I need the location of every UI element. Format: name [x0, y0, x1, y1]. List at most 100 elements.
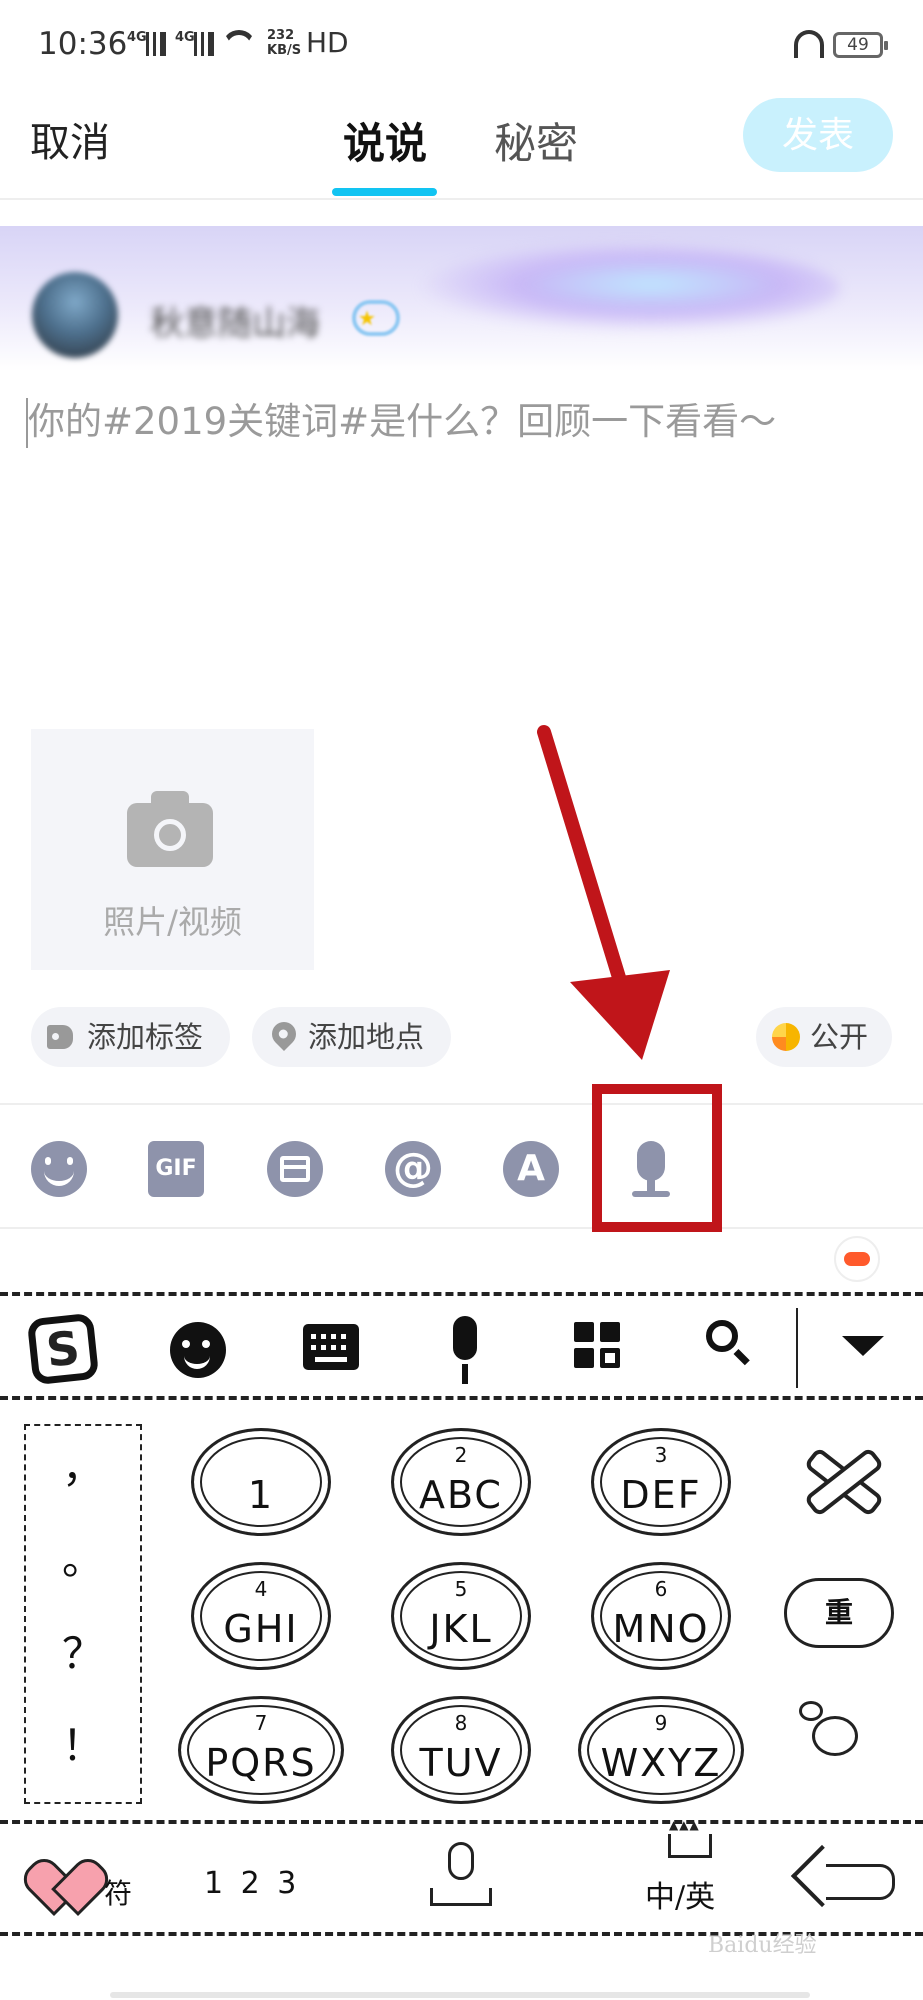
language-switch-key[interactable]: 中/英 [645, 1872, 715, 1916]
separator-key-icon[interactable] [799, 1701, 858, 1756]
key-mno[interactable]: 6 MNO [591, 1562, 731, 1670]
key-wxyz[interactable]: 9 WXYZ [578, 1696, 744, 1804]
signal-bars-icon [194, 32, 214, 56]
sim2-signal-label: 4G [175, 30, 195, 45]
emoji-icon[interactable] [31, 1141, 87, 1197]
heart-icon[interactable] [40, 1864, 98, 1912]
user-name: 秋意随山海 [150, 304, 320, 344]
key-def[interactable]: 3 DEF [591, 1428, 731, 1536]
key-letters: ABC [419, 1473, 503, 1517]
key-letters: MNO [612, 1607, 710, 1651]
key-letters: GHI [223, 1607, 299, 1651]
add-location-button[interactable]: 添加地点 [252, 1007, 451, 1067]
punct-comma[interactable]: ， [26, 1434, 140, 1495]
symbols-key[interactable]: 符 [104, 1872, 132, 1912]
add-location-label: 添加地点 [308, 1020, 425, 1054]
key-letters: 1 [247, 1473, 275, 1517]
camera-icon [127, 791, 213, 867]
hd-indicator: HD [306, 26, 349, 59]
public-globe-icon [772, 1023, 800, 1051]
key-1[interactable]: 1 [191, 1428, 331, 1536]
signal-bars-icon [146, 32, 166, 56]
frame-icon[interactable] [267, 1141, 323, 1197]
key-number: 8 [454, 1711, 468, 1735]
battery-indicator: 49 [833, 32, 888, 58]
key-number: 6 [654, 1577, 668, 1601]
apps-grid-icon[interactable] [574, 1322, 620, 1368]
key-jkl[interactable]: 5 JKL [391, 1562, 531, 1670]
tab-shuoshuo[interactable]: 说说 [343, 110, 427, 171]
crown-icon [668, 1818, 712, 1858]
reenter-button[interactable]: 重 [784, 1578, 894, 1648]
avatar[interactable] [32, 272, 118, 358]
status-bar: 10:36 4G 4G 232 KB/S HD 49 [0, 0, 923, 92]
key-ghi[interactable]: 4 GHI [191, 1562, 331, 1670]
post-text-input[interactable] [28, 396, 898, 696]
key-number: 7 [254, 1711, 268, 1735]
highlight-box [592, 1084, 722, 1232]
key-number: 3 [654, 1443, 668, 1467]
punctuation-column[interactable]: ， 。 ？ ！ [24, 1424, 142, 1804]
toolbar-separator [796, 1308, 798, 1388]
visibility-label: 公开 [810, 1020, 869, 1054]
arrow-head [570, 970, 670, 1060]
key-number: 4 [254, 1577, 268, 1601]
network-speed: 232 KB/S [267, 28, 301, 58]
visibility-button[interactable]: 公开 [756, 1007, 892, 1067]
gif-icon[interactable]: GIF [148, 1141, 204, 1197]
vip-badge-icon [352, 300, 400, 336]
profile-banner: 秋意随山海 [0, 226, 923, 371]
key-number: 2 [454, 1443, 468, 1467]
key-number: 5 [454, 1577, 468, 1601]
gesture-nav-bar[interactable] [110, 1992, 810, 1998]
keyboard-mascot-icon[interactable] [834, 1236, 880, 1282]
cancel-button[interactable]: 取消 [30, 110, 110, 168]
numbers-key[interactable]: 1 2 3 [204, 1866, 300, 1901]
delete-icon[interactable] [796, 1444, 882, 1508]
punct-exclaim[interactable]: ！ [26, 1712, 140, 1773]
key-letters: WXYZ [600, 1741, 722, 1785]
banner-decoration [420, 246, 840, 331]
key-number: 9 [654, 1711, 668, 1735]
keyboard-icon[interactable] [303, 1324, 359, 1370]
sim1-signal-label: 4G [127, 30, 147, 45]
keyboard-divider [0, 1396, 923, 1400]
network-speed-value: 232 [267, 28, 295, 43]
key-letters: TUV [419, 1741, 503, 1785]
add-tag-button[interactable]: 添加标签 [31, 1007, 230, 1067]
sogou-logo-icon[interactable]: S [26, 1312, 100, 1386]
publish-button[interactable]: 发表 [743, 98, 893, 172]
keyboard-divider [0, 1292, 923, 1296]
key-letters: DEF [620, 1473, 702, 1517]
status-time: 10:36 [38, 26, 128, 62]
add-tag-label: 添加标签 [87, 1020, 204, 1054]
voice-input-icon[interactable] [443, 1316, 487, 1386]
add-photo-video-button[interactable]: 照片/视频 [31, 729, 314, 970]
key-pqrs[interactable]: 7 PQRS [178, 1696, 344, 1804]
tab-secret[interactable]: 秘密 [494, 110, 578, 171]
tag-icon [47, 1025, 73, 1049]
search-icon[interactable] [706, 1320, 752, 1366]
key-abc[interactable]: 2 ABC [391, 1428, 531, 1536]
key-letters: PQRS [205, 1741, 317, 1785]
enter-arrow-icon[interactable] [796, 1854, 896, 1914]
photo-video-label: 照片/视频 [103, 903, 242, 941]
punct-question[interactable]: ？ [26, 1620, 140, 1681]
keyboard-divider [0, 1820, 923, 1824]
headphones-icon [794, 30, 824, 58]
arrow-annotation [537, 725, 670, 1060]
wifi-icon [222, 30, 256, 56]
font-icon[interactable]: A [503, 1141, 559, 1197]
compose-toolbar: GIF @ A [0, 1103, 923, 1229]
at-icon[interactable]: @ [385, 1141, 441, 1197]
active-tab-indicator [332, 188, 437, 196]
space-voice-icon[interactable] [430, 1842, 494, 1908]
key-tuv[interactable]: 8 TUV [391, 1696, 531, 1804]
watermark: Baidu经验 [708, 1933, 817, 1958]
location-pin-icon [267, 1017, 301, 1051]
collapse-keyboard-icon[interactable] [842, 1336, 884, 1356]
punct-period[interactable]: 。 [26, 1526, 140, 1587]
network-speed-unit: KB/S [267, 43, 302, 58]
compose-header: 取消 说说 秘密 发表 [0, 92, 923, 200]
emoji-face-icon[interactable] [170, 1322, 226, 1378]
